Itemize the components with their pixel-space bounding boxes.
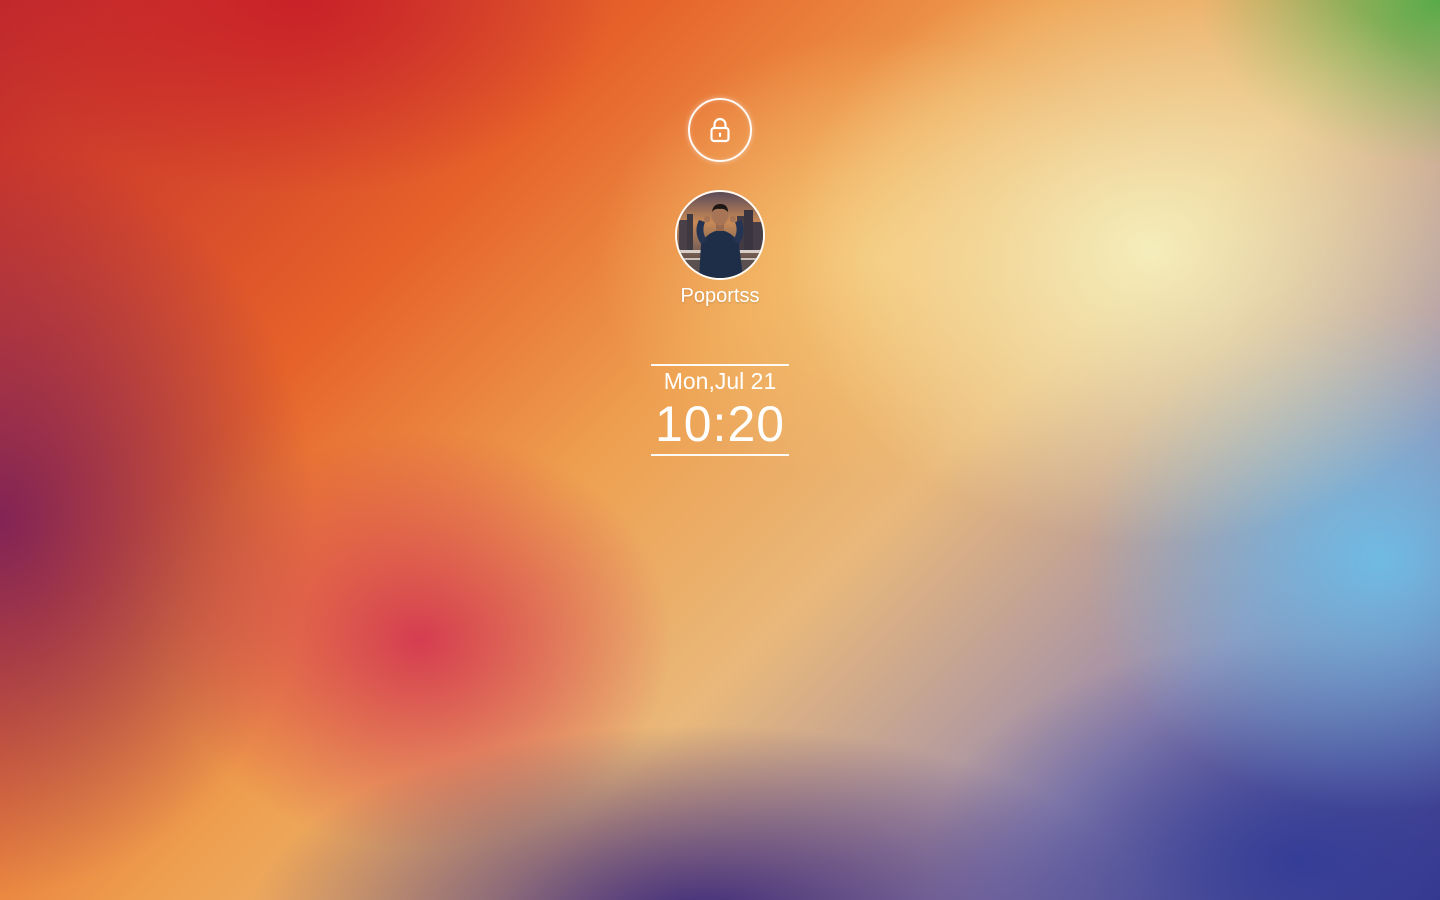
- username-label: Poportss: [680, 285, 760, 307]
- user-avatar[interactable]: [675, 190, 765, 280]
- unlock-button[interactable]: [688, 98, 752, 162]
- time-label: 10:20: [654, 396, 786, 452]
- lock-screen: Poportss Mon,Jul 21 10:20: [0, 0, 1440, 900]
- profile-photo: [677, 192, 763, 278]
- lock-icon: [710, 117, 730, 143]
- date-label: Mon,Jul 21: [663, 368, 777, 394]
- clock-widget: Mon,Jul 21 10:20: [651, 364, 789, 456]
